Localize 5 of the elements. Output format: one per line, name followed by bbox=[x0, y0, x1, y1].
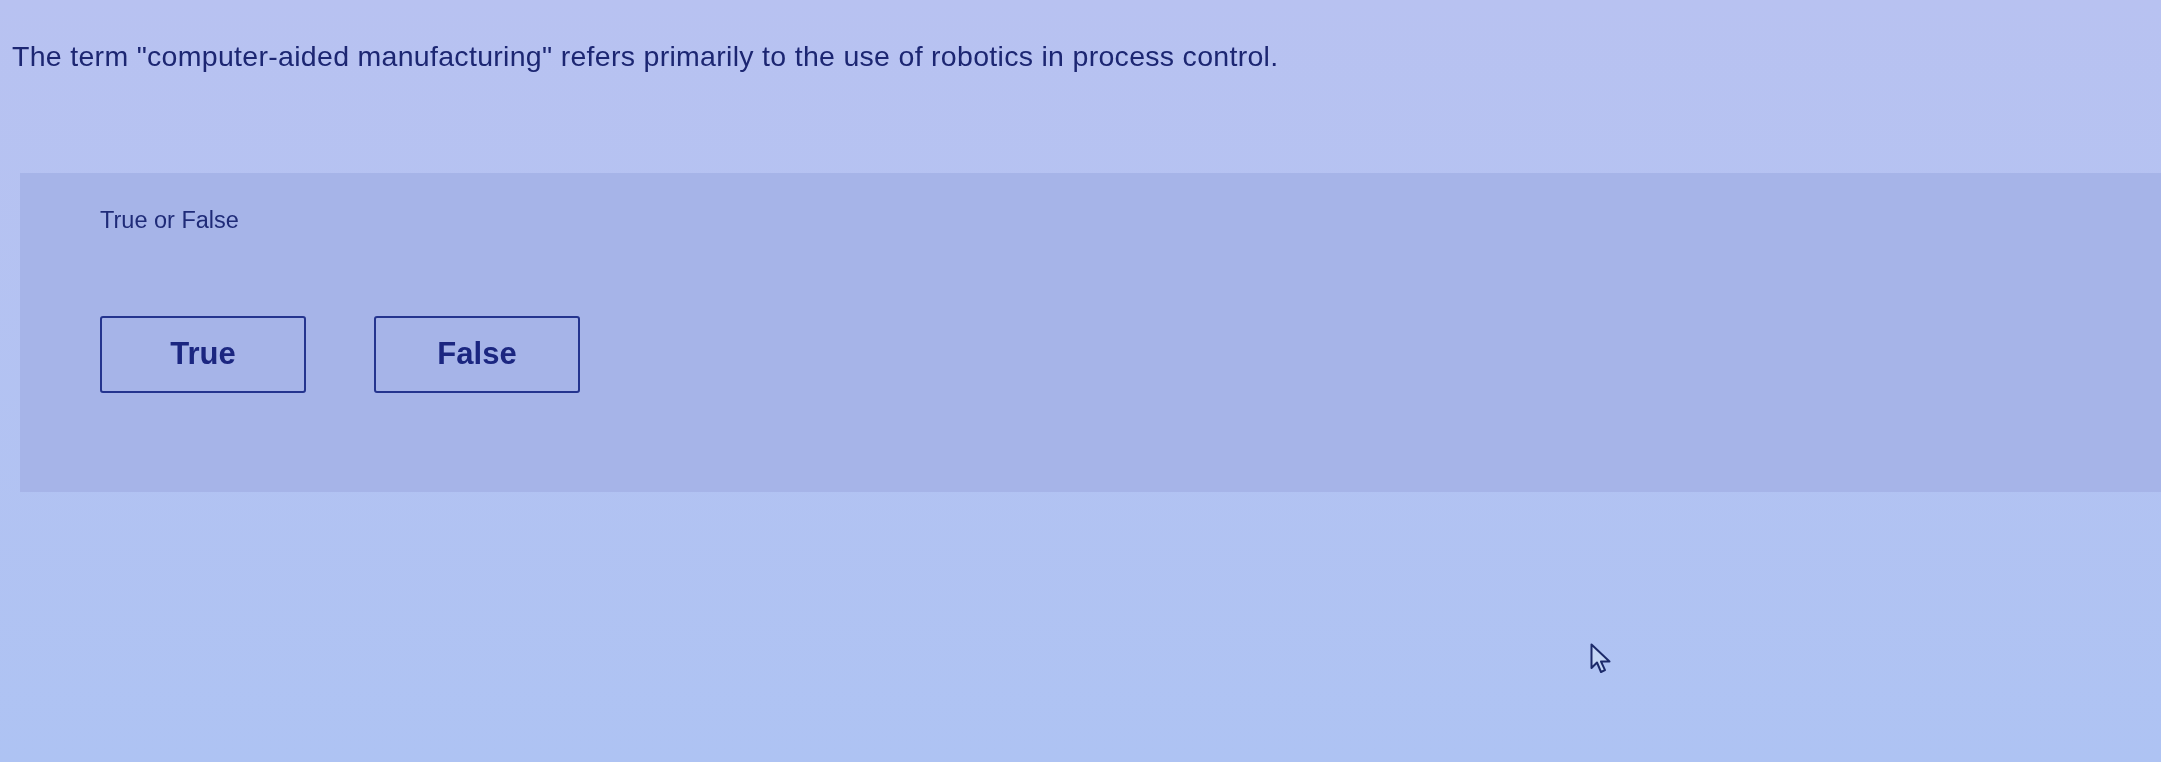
answer-option-button[interactable]: False bbox=[374, 316, 580, 393]
answer-option-button[interactable]: True bbox=[100, 316, 306, 393]
mouse-pointer-icon bbox=[1590, 643, 1612, 675]
answer-type-label: True or False bbox=[100, 206, 239, 234]
question-text: The term "computer-aided manufacturing" refers primarily to the use of robotics in process control. bbox=[12, 39, 1279, 73]
